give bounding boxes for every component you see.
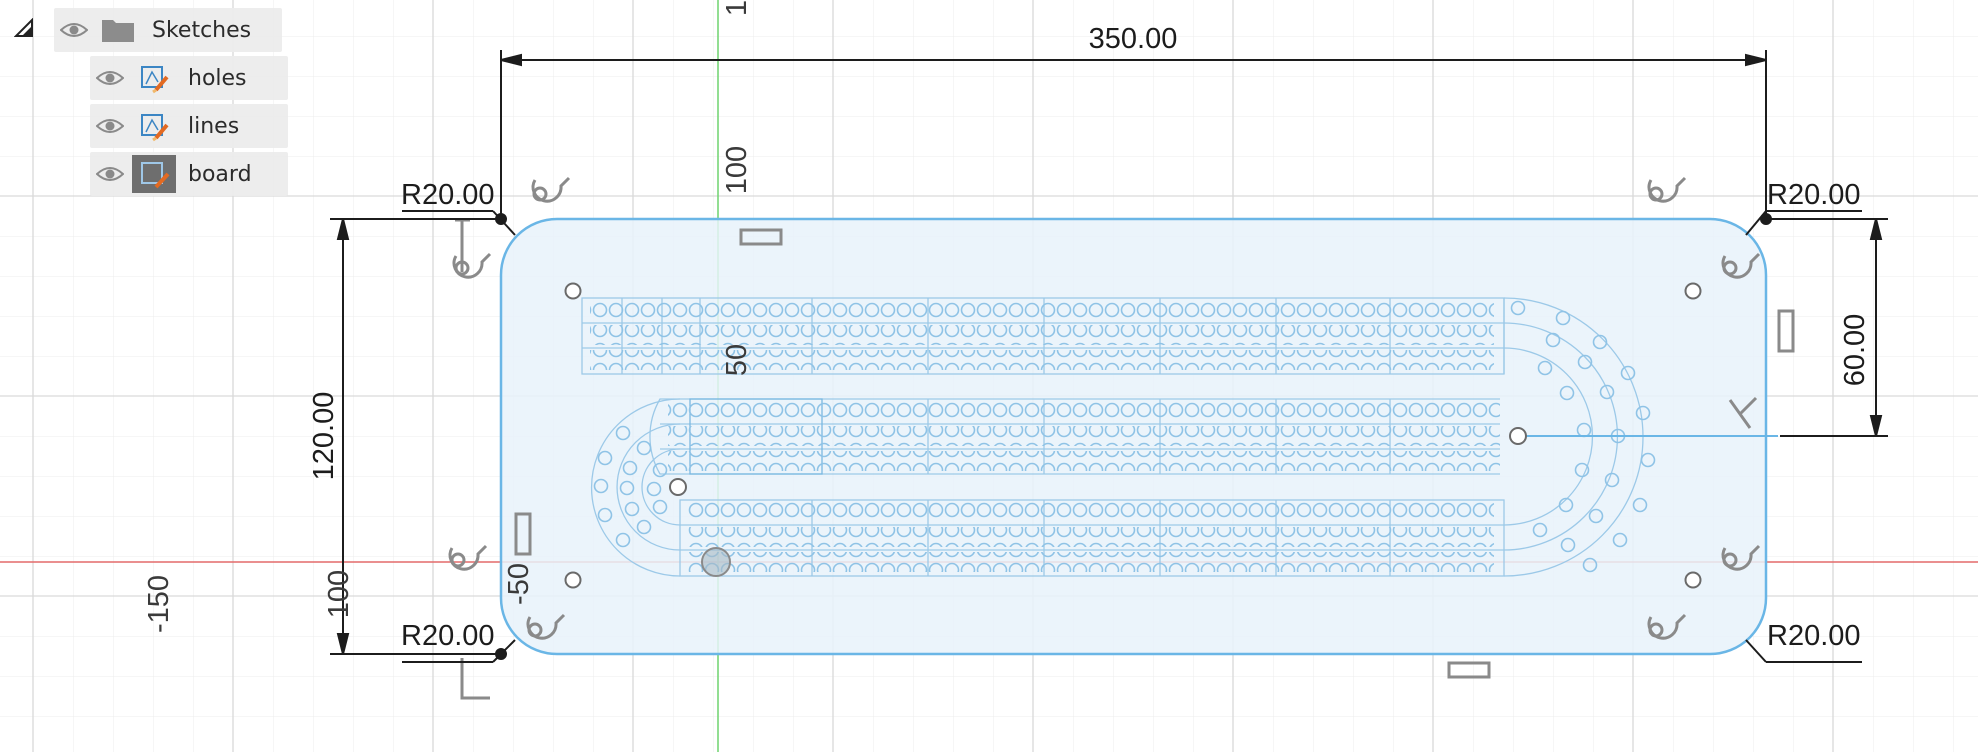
folder-label: Sketches xyxy=(152,17,252,43)
grid-label-50: 50 xyxy=(721,344,753,376)
radius-top-right[interactable]: R20.00 xyxy=(1767,179,1861,211)
grid-label-neg50: -50 xyxy=(503,563,535,605)
sketch-label: holes xyxy=(188,65,247,91)
middle-holes-3 xyxy=(668,451,1500,471)
sketch-label: lines xyxy=(188,113,240,139)
sketch-icon xyxy=(130,56,178,100)
bottom-holes-3 xyxy=(688,552,1494,572)
radius-bottom-right[interactable]: R20.00 xyxy=(1767,620,1861,652)
grid-label-100: 100 xyxy=(721,146,753,194)
eye-icon[interactable] xyxy=(90,56,130,100)
height-dimension[interactable]: 120.00 xyxy=(308,392,340,481)
sketch-item-board[interactable]: board xyxy=(90,152,288,196)
sketch-icon xyxy=(130,104,178,148)
radius-top-left[interactable]: R20.00 xyxy=(401,179,495,211)
sketch-item-lines[interactable]: lines xyxy=(90,104,288,148)
grid-label-neg150: -150 xyxy=(143,575,175,633)
bottom-holes xyxy=(688,502,1494,522)
eye-icon[interactable] xyxy=(90,104,130,148)
top-holes xyxy=(590,299,1494,319)
bottom-holes-2 xyxy=(688,527,1494,547)
origin-point[interactable] xyxy=(701,547,731,577)
sketch-canvas[interactable]: 350.00 120.00 60.00 R20.00 R20.00 R20.00… xyxy=(0,0,1978,752)
eye-icon[interactable] xyxy=(54,8,94,52)
width-dimension[interactable]: 350.00 xyxy=(1089,23,1178,55)
grid-label-neg100: 100 xyxy=(323,570,355,618)
middle-holes xyxy=(668,401,1500,421)
top-holes-2 xyxy=(590,325,1494,345)
grid-label-top: 1 xyxy=(721,0,753,16)
sketch-active-icon xyxy=(130,152,178,196)
middle-holes-2 xyxy=(668,426,1500,446)
eye-icon[interactable] xyxy=(90,152,130,196)
radius-bottom-left[interactable]: R20.00 xyxy=(401,620,495,652)
sketches-folder[interactable]: Sketches xyxy=(54,8,282,52)
offset-dimension[interactable]: 60.00 xyxy=(1839,314,1871,387)
collapse-triangle-icon[interactable] xyxy=(14,18,34,38)
folder-icon xyxy=(94,8,142,52)
sketch-label: board xyxy=(188,161,252,187)
sketch-item-holes[interactable]: holes xyxy=(90,56,288,100)
